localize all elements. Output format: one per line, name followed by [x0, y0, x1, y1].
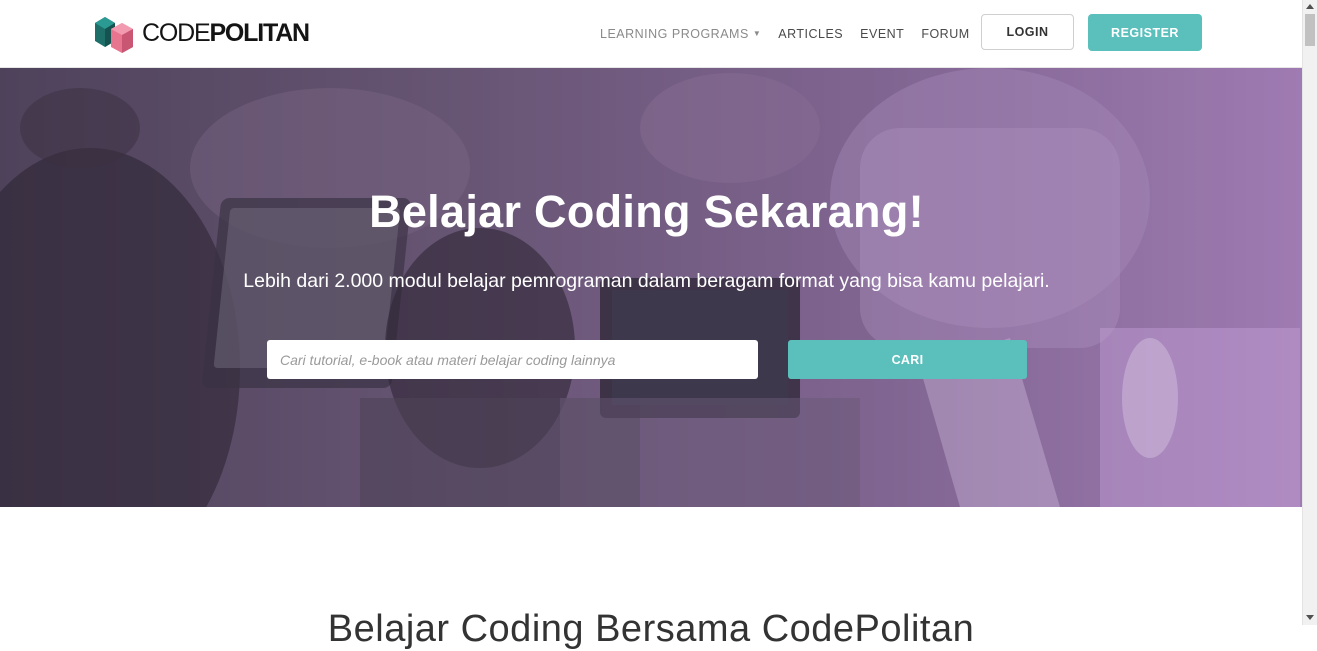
nav-item-event[interactable]: EVENT — [860, 27, 904, 41]
register-button[interactable]: REGISTER — [1088, 14, 1202, 51]
search-input[interactable] — [267, 340, 758, 379]
nav-item-forum[interactable]: FORUM — [921, 27, 969, 41]
top-navbar: CODEPOLITAN LEARNING PROGRAMS ▼ ARTICLES… — [0, 0, 1302, 68]
nav-item-label: ARTICLES — [778, 26, 844, 41]
nav-item-label: FORUM — [921, 26, 970, 41]
brand-logo[interactable]: CODEPOLITAN — [91, 11, 310, 55]
hero-subtitle: Lebih dari 2.000 modul belajar pemrogram… — [243, 270, 1050, 292]
brand-name-regular: CODE — [142, 19, 211, 47]
scrollbar-thumb[interactable] — [1305, 14, 1315, 46]
scroll-up-arrow-icon[interactable] — [1306, 4, 1314, 9]
scroll-down-arrow-icon[interactable] — [1306, 615, 1314, 620]
brand-wordmark: CODEPOLITAN — [142, 11, 310, 55]
section-heading: Belajar Coding Bersama CodePolitan — [327, 608, 975, 650]
hero-title: Belajar Coding Sekarang! — [369, 186, 924, 237]
nav-item-label: LEARNING PROGRAMS — [600, 26, 749, 41]
hero-banner: Belajar Coding Sekarang! Lebih dari 2.00… — [0, 68, 1302, 507]
nav-item-label: EVENT — [860, 26, 905, 41]
nav-item-articles[interactable]: ARTICLES — [778, 27, 843, 41]
codepolitan-cube-logo-icon — [95, 17, 133, 53]
brand-name-bold: POLITAN — [209, 19, 310, 47]
main-nav: LEARNING PROGRAMS ▼ ARTICLES EVENT FORUM — [600, 0, 987, 67]
search-button[interactable]: CARI — [788, 340, 1027, 379]
login-button[interactable]: LOGIN — [981, 14, 1074, 50]
nav-item-learning-programs[interactable]: LEARNING PROGRAMS ▼ — [600, 27, 761, 41]
page-scrollbar[interactable] — [1302, 0, 1317, 625]
chevron-down-icon: ▼ — [752, 29, 762, 38]
